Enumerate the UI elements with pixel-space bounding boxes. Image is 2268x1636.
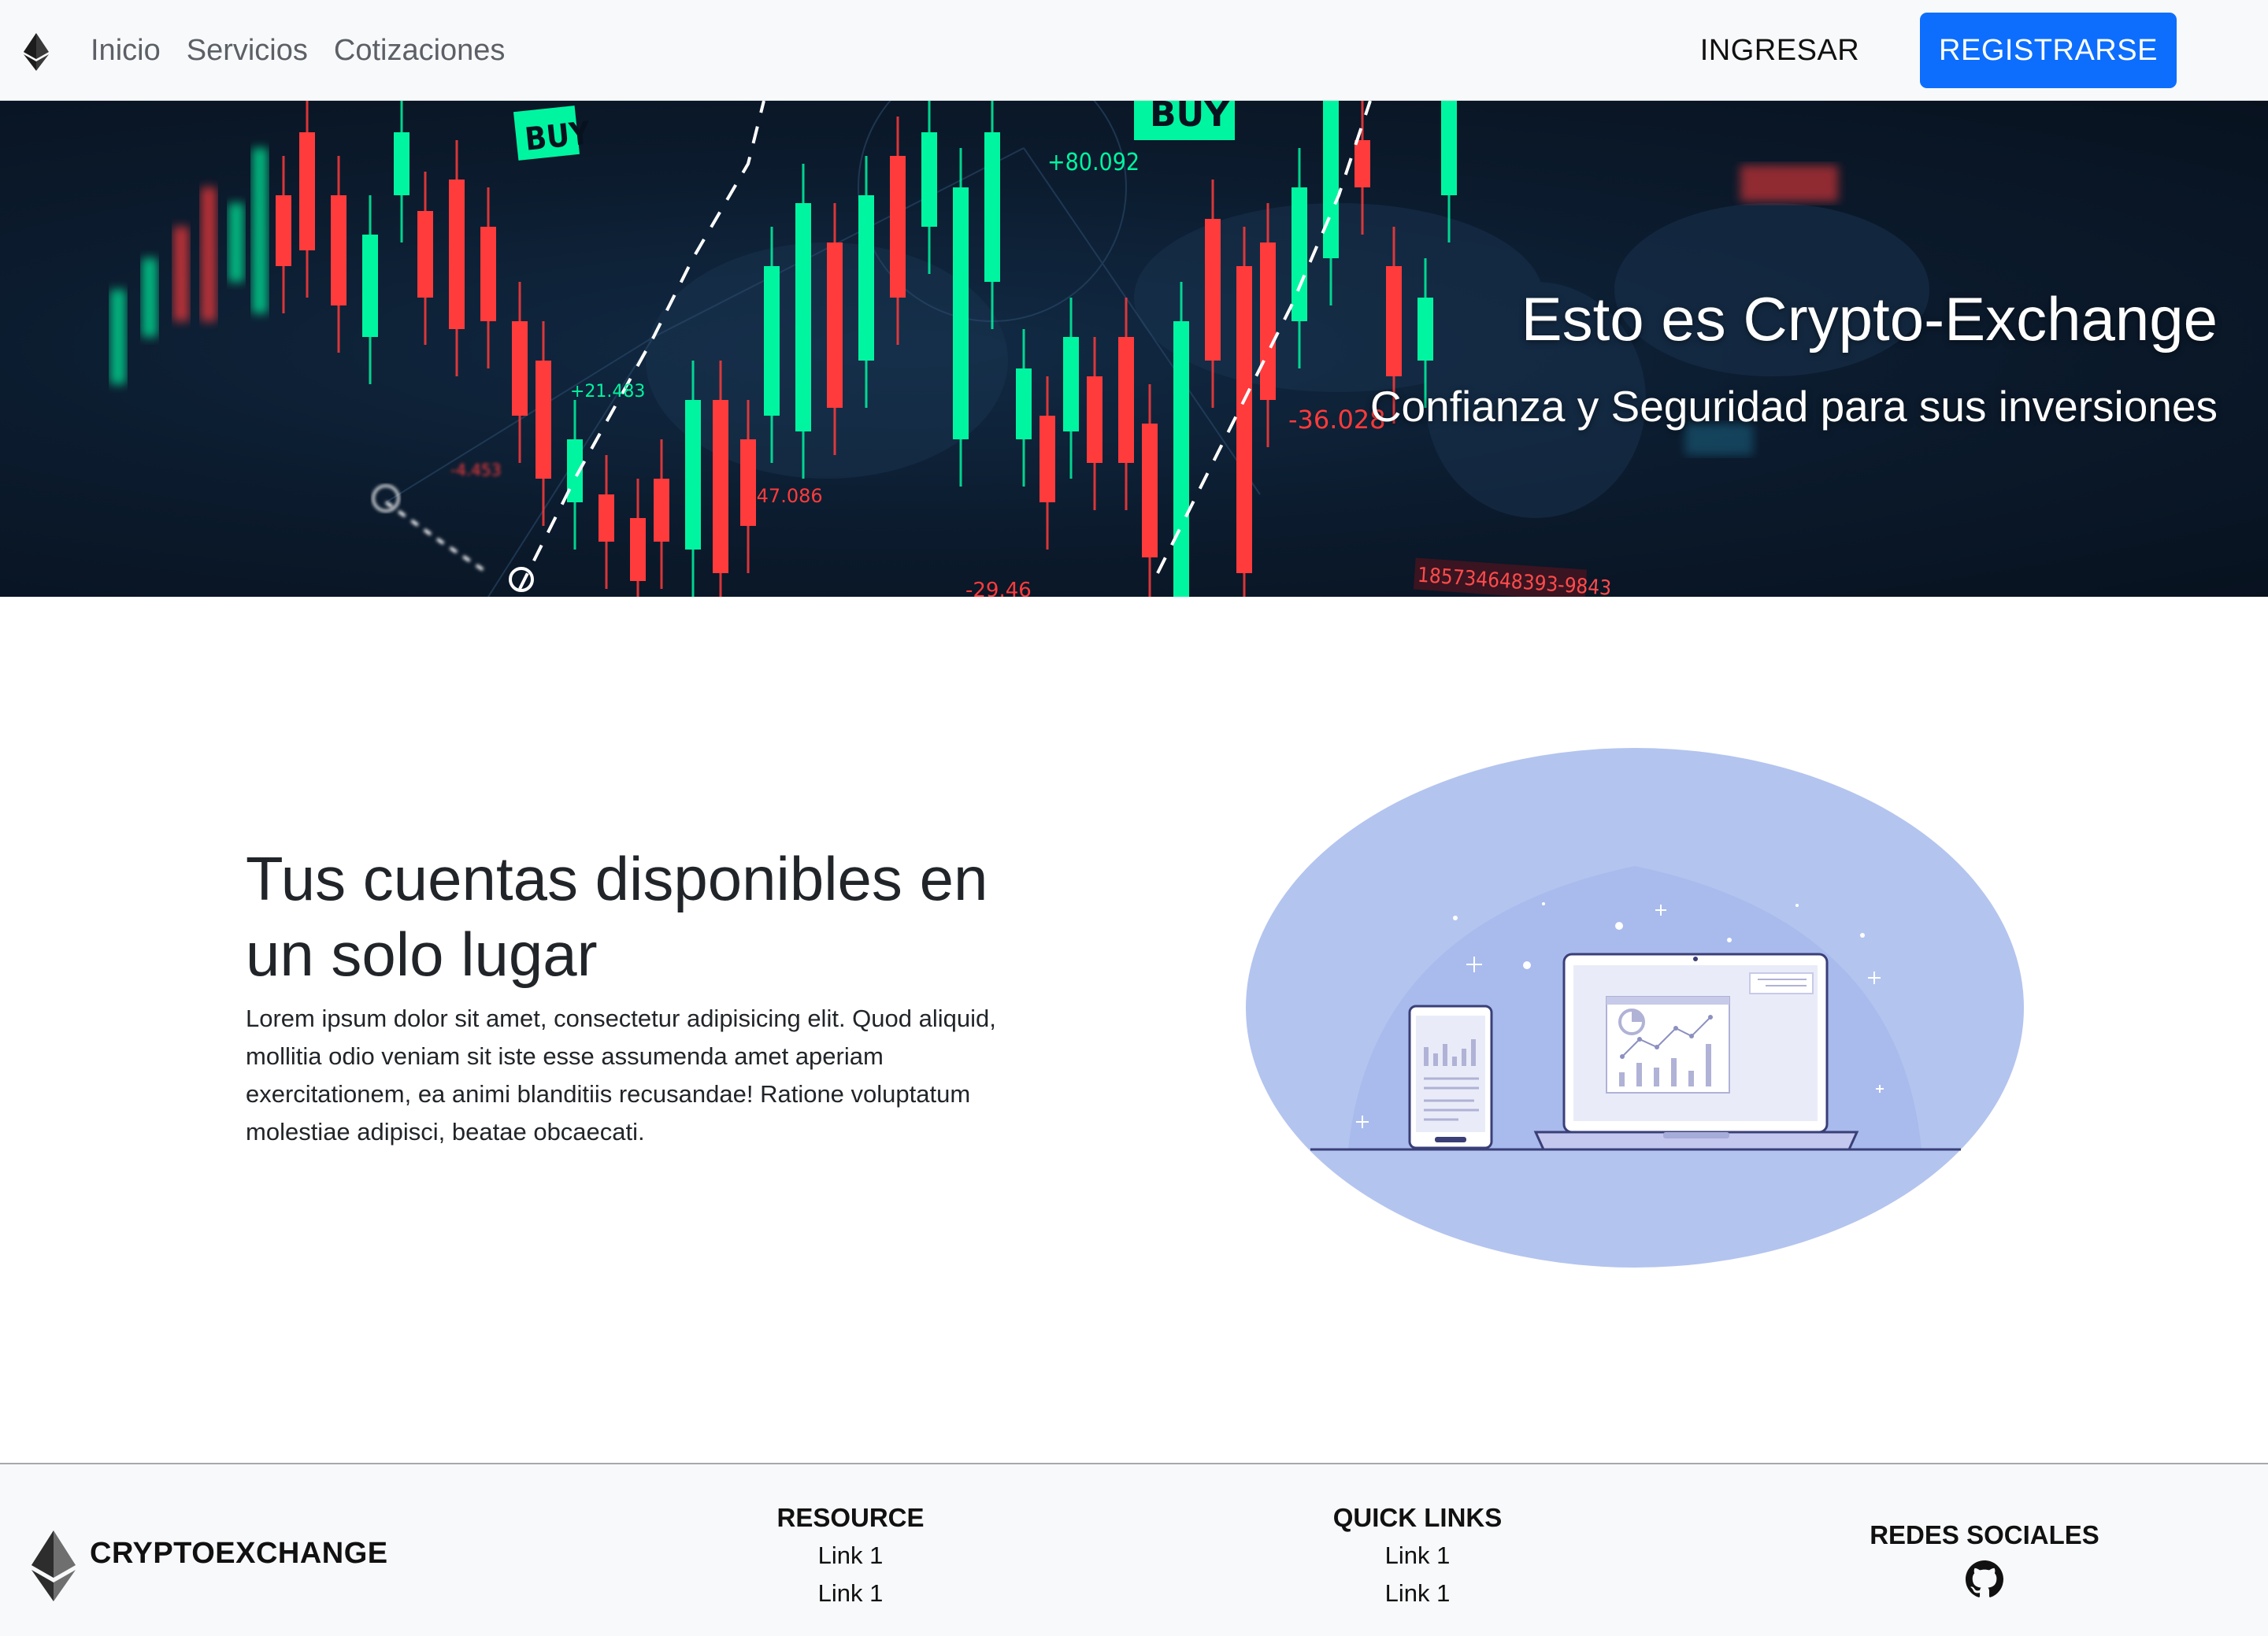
candle-body <box>598 494 614 542</box>
candle-body <box>953 187 969 439</box>
footer-resource-title: RESOURCE <box>776 1503 925 1532</box>
candle-body <box>1087 376 1102 463</box>
candle-body <box>1142 424 1158 557</box>
footer-quick-link[interactable]: Link 1 <box>1385 1537 1451 1575</box>
candle-body <box>299 132 315 250</box>
candle-body <box>630 518 646 581</box>
candle-body <box>1354 140 1370 187</box>
ticker-value: -47.086 <box>750 485 823 507</box>
footer-brand: CRYPTOEXCHANGE <box>90 1537 388 1570</box>
feature-description: Lorem ipsum dolor sit amet, consectetur … <box>246 1005 996 1146</box>
candle-body <box>394 132 410 195</box>
candle-body <box>1323 101 1339 258</box>
footer: CRYPTOEXCHANGE RESOURCE Link 1 Link 1 QU… <box>0 1463 2268 1636</box>
candle-body <box>1386 266 1402 376</box>
devices-analytics-illustration <box>1246 748 2024 1268</box>
candle-body <box>1205 219 1221 361</box>
buy-tag-1: BUY <box>523 115 592 157</box>
candle-body <box>764 266 780 416</box>
login-button[interactable]: INGRESAR <box>1685 13 1874 88</box>
candle-body <box>713 400 728 573</box>
candle-body <box>110 290 126 384</box>
candle-body <box>228 203 244 282</box>
footer-social-title: REDES SOCIALES <box>1870 1520 2099 1549</box>
candle-body <box>417 211 433 298</box>
nav-links: Inicio Servicios Cotizaciones <box>91 0 505 101</box>
ticker-value: +21.483 <box>570 382 645 402</box>
nav-link-servicios[interactable]: Servicios <box>187 34 308 68</box>
candle-body <box>201 187 217 321</box>
candle-body <box>685 400 701 550</box>
hero-subtitle: Confianza y Seguridad para sus inversion… <box>1369 382 2218 431</box>
navbar: Inicio Servicios Cotizaciones INGRESAR R… <box>0 0 2268 101</box>
candle-body <box>449 180 465 329</box>
ethereum-icon[interactable] <box>24 33 49 71</box>
candle-body <box>654 479 669 542</box>
footer-resource-column: RESOURCE Link 1 Link 1 <box>693 1499 1008 1612</box>
candle-body <box>1040 416 1055 502</box>
nav-link-cotizaciones[interactable]: Cotizaciones <box>334 34 506 68</box>
hero-title: Esto es Crypto-Exchange <box>1521 284 2218 353</box>
candle-body <box>173 227 189 321</box>
candle-body <box>1236 266 1252 573</box>
github-icon[interactable] <box>1966 1560 2003 1598</box>
candle-body <box>890 156 906 298</box>
ethereum-icon <box>32 1531 76 1601</box>
candle-body <box>1173 321 1189 597</box>
candle-body <box>276 195 291 266</box>
candle-body <box>1292 187 1307 321</box>
candle-body <box>1016 368 1032 439</box>
candle-body <box>512 321 528 416</box>
footer-social-column: REDES SOCIALES <box>1827 1516 2142 1598</box>
ticker-value: -4.453 <box>450 461 501 479</box>
hero-banner: BUY BUY +80.092 +21.483 -47.086 -36.028 … <box>0 101 2268 597</box>
ticker-value: -29.46 <box>965 579 1032 597</box>
candle-body <box>984 132 1000 282</box>
candle-body <box>858 195 874 361</box>
candle-body <box>536 361 551 479</box>
register-button[interactable]: REGISTRARSE <box>1920 13 2177 88</box>
footer-resource-link[interactable]: Link 1 <box>818 1575 884 1612</box>
candle-body <box>827 242 843 408</box>
footer-quick-links-title: QUICK LINKS <box>1332 1503 1503 1532</box>
candle-body <box>1118 337 1134 463</box>
footer-quick-links-column: QUICK LINKS Link 1 Link 1 <box>1260 1499 1575 1612</box>
candle-body <box>795 203 811 431</box>
candle-body <box>740 439 756 526</box>
candle-body <box>331 195 346 305</box>
candle-body <box>252 148 268 313</box>
candle-body <box>1441 101 1457 195</box>
nav-link-inicio[interactable]: Inicio <box>91 34 161 68</box>
candle-body <box>1260 242 1276 400</box>
candle-body <box>1063 337 1079 431</box>
candle-body <box>1418 298 1433 361</box>
candle-body <box>921 132 937 227</box>
candle-body <box>362 235 378 337</box>
footer-quick-link[interactable]: Link 1 <box>1385 1575 1451 1612</box>
footer-resource-link[interactable]: Link 1 <box>818 1537 884 1575</box>
buy-tag-2: BUY <box>1150 101 1230 135</box>
ticker-value: +80.092 <box>1047 149 1140 176</box>
candle-body <box>480 227 496 321</box>
feature-heading: Tus cuentas disponibles en un solo lugar <box>246 844 988 989</box>
candle-body <box>142 258 158 337</box>
